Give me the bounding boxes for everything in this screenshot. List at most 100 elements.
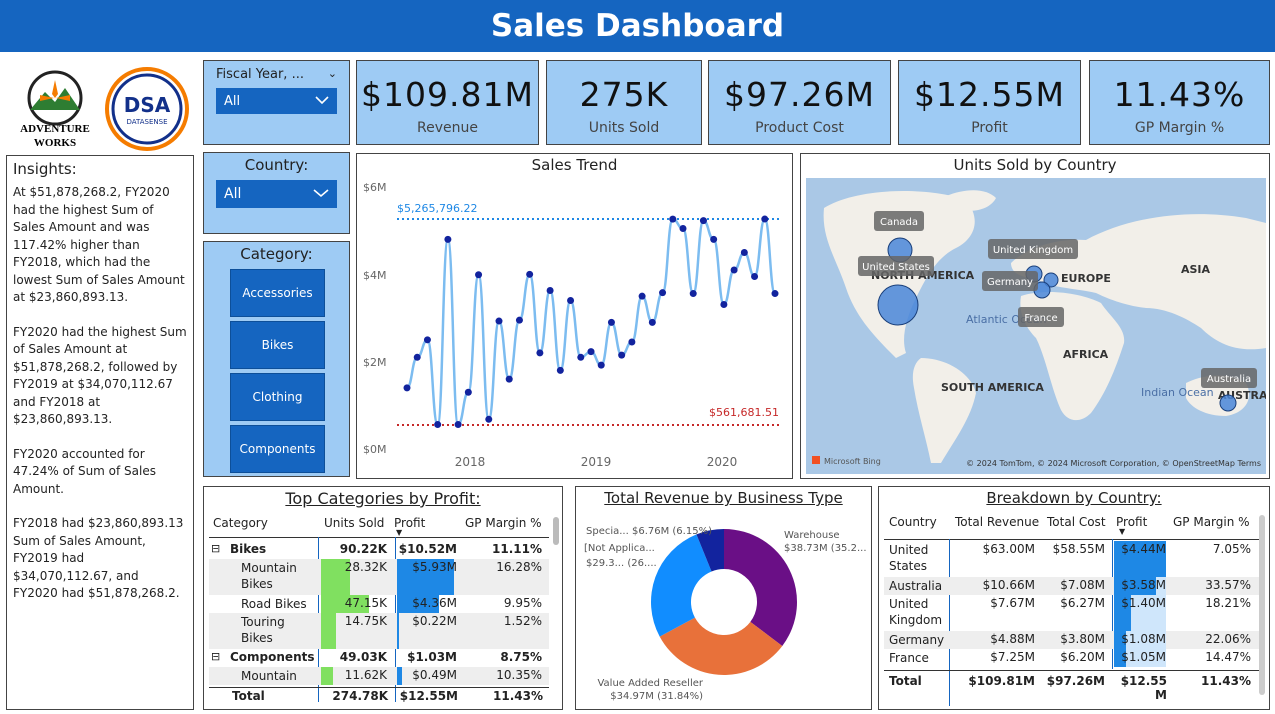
y-tick-label: $0M: [363, 443, 387, 456]
table-row[interactable]: Australia $10.66M $7.08M $3.58M 33.57%: [884, 577, 1260, 595]
data-point[interactable]: [485, 415, 493, 423]
row-profit: $0.22M: [412, 614, 457, 628]
breakdown-scrollbar[interactable]: [1259, 515, 1265, 695]
data-point[interactable]: [567, 297, 575, 305]
col-header[interactable]: Total Cost: [1047, 515, 1106, 529]
row-units: 11.62K: [344, 668, 387, 682]
table-row[interactable]: ⊟ Components 49.03K $1.03M 8.75%: [209, 649, 549, 667]
col-header[interactable]: Category: [213, 516, 268, 530]
collapse-icon[interactable]: ⊟: [211, 650, 220, 663]
x-tick-label: 2018: [455, 455, 486, 469]
row-units: 90.22K: [339, 542, 387, 556]
fiscal-year-dropdown[interactable]: All: [216, 88, 337, 114]
data-point[interactable]: [464, 388, 472, 396]
donut-label: [Not Applica...: [584, 543, 655, 554]
row-subcategory: Mountain Bikes: [241, 561, 297, 591]
table-row[interactable]: Mountain Bikes 28.32K $5.93M 16.28%: [209, 559, 549, 595]
col-header[interactable]: GP Margin %: [1173, 515, 1250, 529]
table-row[interactable]: Germany $4.88M $3.80M $1.08M 22.06%: [884, 631, 1260, 649]
kpi-revenue: $109.81M Revenue: [356, 60, 539, 145]
data-point[interactable]: [597, 361, 605, 369]
data-point[interactable]: [413, 353, 421, 361]
data-point[interactable]: [403, 384, 411, 392]
data-point[interactable]: [628, 338, 636, 346]
data-point[interactable]: [659, 289, 667, 297]
collapse-icon[interactable]: ⊟: [211, 542, 220, 555]
data-point[interactable]: [475, 271, 483, 279]
table-row[interactable]: United States $63.00M $58.55M $4.44M 7.05%: [884, 541, 1260, 577]
total-label: Total: [232, 689, 265, 703]
category-slicer-title: Category:: [240, 245, 313, 263]
chevron-down-icon[interactable]: ⌄: [328, 67, 337, 82]
total-profit: $12.55 M: [1120, 674, 1167, 702]
data-point[interactable]: [526, 270, 534, 278]
aw-logo-text2: WORKS: [34, 137, 76, 149]
data-point[interactable]: [454, 421, 462, 429]
y-tick-label: $2M: [363, 356, 387, 369]
row-revenue: $63.00M: [982, 542, 1035, 556]
data-point[interactable]: [444, 235, 452, 243]
donut-slice[interactable]: [651, 534, 712, 637]
data-point[interactable]: [699, 217, 707, 225]
country-value: All: [224, 186, 242, 202]
country-dropdown[interactable]: All: [216, 180, 337, 208]
page-title: Sales Dashboard: [490, 8, 785, 44]
col-header[interactable]: Country: [889, 515, 937, 529]
data-point[interactable]: [505, 375, 513, 383]
category-slicer: Category: Accessories Bikes Clothing Com…: [203, 241, 350, 477]
data-point[interactable]: [730, 266, 738, 274]
category-button-accessories[interactable]: Accessories: [230, 269, 325, 317]
category-button-components[interactable]: Components: [230, 425, 325, 473]
table-row[interactable]: Touring Bikes 14.75K $0.22M 1.52%: [209, 613, 549, 649]
tooltip-united-states: United States: [862, 262, 930, 273]
data-point[interactable]: [577, 353, 585, 361]
map-canvas[interactable]: NORTH AMERICA EUROPE ASIA AFRICA SOUTH A…: [806, 178, 1266, 474]
sort-desc-icon[interactable]: ▼: [1119, 527, 1125, 536]
data-point[interactable]: [751, 273, 759, 281]
col-header[interactable]: GP Margin %: [465, 516, 542, 530]
adventure-works-logo: ADVENTURE WORKS: [10, 62, 100, 152]
data-point[interactable]: [618, 351, 626, 359]
table-row[interactable]: Mountain 11.62K $0.49M 10.35%: [209, 667, 549, 685]
data-point[interactable]: [536, 349, 544, 357]
donut-label: $34.97M (31.84%): [610, 691, 703, 702]
data-point[interactable]: [607, 318, 615, 326]
data-point[interactable]: [669, 215, 677, 223]
data-point[interactable]: [679, 224, 687, 232]
data-point[interactable]: [515, 316, 523, 324]
data-point[interactable]: [648, 318, 656, 326]
data-point[interactable]: [587, 348, 595, 356]
table-row[interactable]: ⊟ Bikes 90.22K $10.52M 11.11%: [209, 541, 549, 559]
data-point[interactable]: [638, 292, 646, 300]
sort-desc-icon[interactable]: ▼: [396, 528, 402, 537]
row-cost: $3.80M: [1060, 632, 1105, 646]
data-point[interactable]: [761, 215, 769, 223]
x-tick-label: 2020: [707, 455, 738, 469]
data-point[interactable]: [546, 286, 554, 294]
data-point[interactable]: [771, 290, 779, 298]
table-row[interactable]: United Kingdom $7.67M $6.27M $1.40M 18.21%: [884, 595, 1260, 631]
data-point[interactable]: [689, 290, 697, 298]
table-scrollbar[interactable]: [553, 517, 559, 545]
top-categories-title: Top Categories by Profit:: [285, 489, 481, 508]
kpi-product-cost: $97.26M Product Cost: [708, 60, 891, 145]
category-button-bikes[interactable]: Bikes: [230, 321, 325, 369]
col-header[interactable]: Units Sold: [324, 516, 384, 530]
data-point[interactable]: [434, 421, 442, 429]
kpi-revenue-value: $109.81M: [361, 75, 534, 114]
data-point[interactable]: [720, 300, 728, 308]
kpi-units-value: 275K: [579, 75, 669, 114]
data-point[interactable]: [423, 336, 431, 344]
data-point[interactable]: [556, 366, 564, 374]
category-button-clothing[interactable]: Clothing: [230, 373, 325, 421]
table-row[interactable]: France $7.25M $6.20M $1.05M 14.47%: [884, 649, 1260, 667]
row-gp: 14.47%: [1205, 650, 1251, 664]
data-point[interactable]: [495, 317, 503, 325]
table-row[interactable]: Road Bikes 47.15K $4.36M 9.95%: [209, 595, 549, 613]
col-header[interactable]: Total Revenue: [955, 515, 1039, 529]
map-label-eu: EUROPE: [1061, 272, 1111, 285]
data-point[interactable]: [740, 249, 748, 256]
row-revenue: $7.25M: [990, 650, 1035, 664]
tooltip-canada: Canada: [880, 217, 918, 228]
data-point[interactable]: [710, 235, 718, 243]
